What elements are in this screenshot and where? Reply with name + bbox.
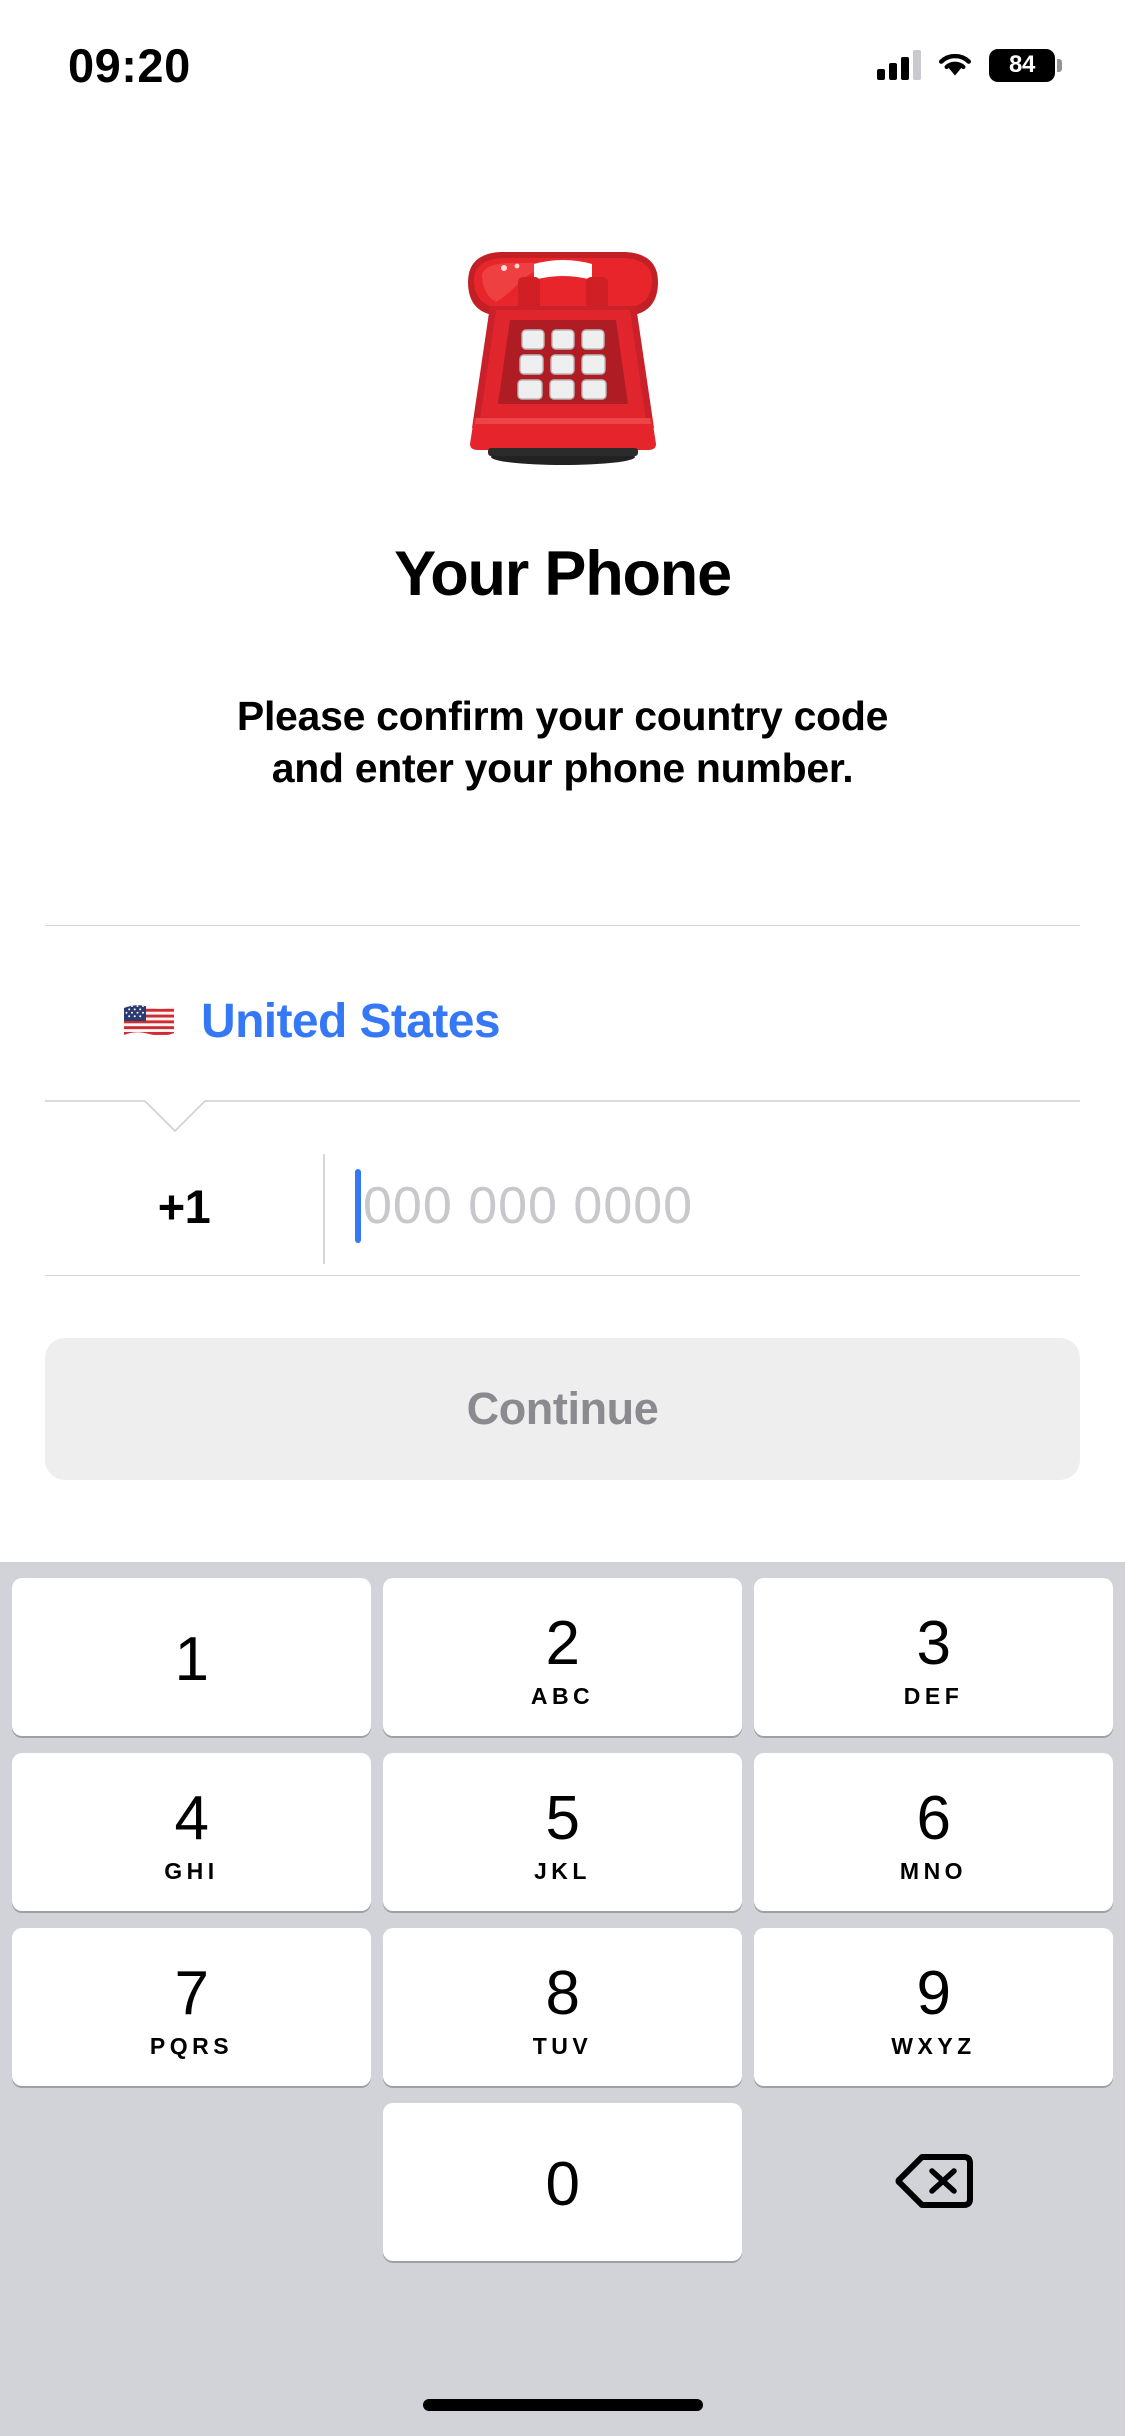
keypad-key-5[interactable]: 5 JKL	[383, 1753, 742, 1911]
keypad-key-1-number: 1	[174, 1625, 209, 1694]
page-subtitle: Please confirm your country code and ent…	[0, 690, 1125, 795]
keypad-key-4-letters: GHI	[164, 1857, 219, 1884]
keypad-key-7-number: 7	[174, 1958, 209, 2028]
keypad-key-4[interactable]: 4 GHI	[12, 1753, 371, 1911]
phone-input-row[interactable]: +1 000 000 0000	[45, 1140, 1080, 1272]
numeric-keypad: 1 2 ABC 3 DEF 4 GHI 5 JKL 6 MNO 7 PQRS 8…	[0, 1562, 1125, 2436]
phone-entry-screen: 09:20 84 Your Phone Please confirm your …	[0, 0, 1125, 2436]
backspace-delete-icon	[895, 2151, 973, 2214]
keypad-key-6-letters: MNO	[899, 1857, 968, 1884]
keypad-key-6[interactable]: 6 MNO	[754, 1753, 1113, 1911]
page-subtitle-line-1: Please confirm your country code	[236, 693, 889, 739]
divider-below-input	[45, 1275, 1080, 1276]
page-title: Your Phone	[394, 539, 732, 609]
text-caret	[355, 1169, 361, 1243]
status-bar-indicators: 84	[877, 48, 1062, 82]
keypad-key-8-number: 8	[545, 1958, 580, 2028]
dial-code-label: +1	[157, 1179, 211, 1233]
keypad-blank-slot	[12, 2103, 371, 2261]
keypad-key-3-letters: DEF	[903, 1682, 964, 1709]
keypad-key-5-number: 5	[545, 1783, 580, 1853]
keypad-key-5-letters: JKL	[534, 1857, 591, 1884]
keypad-key-7-letters: PQRS	[149, 2032, 234, 2059]
keypad-key-9-letters: WXYZ	[891, 2032, 976, 2059]
battery-icon: 84	[989, 48, 1062, 82]
continue-button[interactable]: Continue	[45, 1338, 1080, 1480]
keypad-key-9[interactable]: 9 WXYZ	[754, 1928, 1113, 2086]
divider-with-notch	[45, 1100, 1080, 1140]
status-bar-time: 09:20	[68, 38, 191, 92]
keypad-key-2-letters: ABC	[530, 1682, 595, 1709]
keypad-key-9-number: 9	[916, 1958, 951, 2028]
keypad-key-4-number: 4	[174, 1783, 209, 1853]
divider-above-country	[45, 925, 1080, 926]
country-selector[interactable]: United States	[45, 965, 1080, 1077]
phone-number-placeholder: 000 000 0000	[363, 1177, 694, 1235]
status-bar: 09:20 84	[0, 0, 1125, 116]
keypad-key-3-number: 3	[916, 1608, 951, 1678]
keypad-delete-button[interactable]	[754, 2103, 1113, 2261]
keypad-key-7[interactable]: 7 PQRS	[12, 1928, 371, 2086]
keypad-key-8-letters: TUV	[532, 2032, 593, 2059]
home-indicator	[422, 2399, 703, 2411]
keypad-key-2-number: 2	[545, 1608, 580, 1678]
cellular-signal-icon	[877, 50, 921, 80]
wifi-icon	[937, 51, 973, 79]
keypad-key-8[interactable]: 8 TUV	[383, 1928, 742, 2086]
keypad-grid: 1 2 ABC 3 DEF 4 GHI 5 JKL 6 MNO 7 PQRS 8…	[12, 1578, 1113, 2261]
keypad-key-6-number: 6	[916, 1783, 951, 1853]
flag-united-states-icon	[123, 1003, 175, 1040]
keypad-key-0-number: 0	[545, 2150, 580, 2219]
phone-number-input[interactable]: 000 000 0000	[325, 1140, 1080, 1272]
telephone-emoji	[0, 222, 1125, 472]
keypad-key-2[interactable]: 2 ABC	[383, 1578, 742, 1736]
keypad-key-3[interactable]: 3 DEF	[754, 1578, 1113, 1736]
page-subtitle-line-2: and enter your phone number.	[271, 745, 854, 792]
battery-level-label: 84	[1009, 51, 1035, 78]
country-name-label: United States	[201, 994, 501, 1048]
keypad-key-0[interactable]: 0	[383, 2103, 742, 2261]
keypad-key-1[interactable]: 1	[12, 1578, 371, 1736]
